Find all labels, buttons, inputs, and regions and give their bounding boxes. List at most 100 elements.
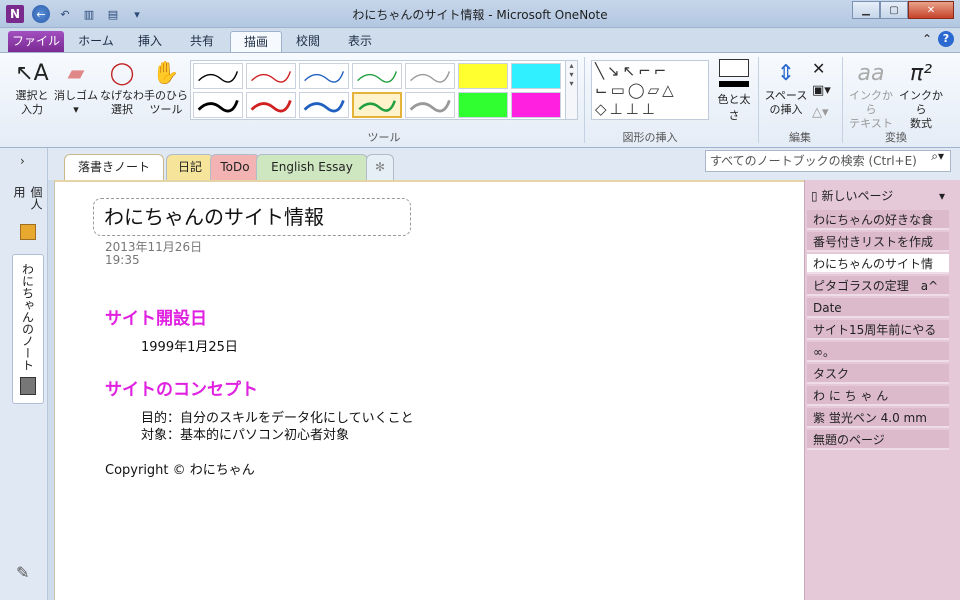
highlighter-green[interactable]: [458, 92, 508, 118]
pen-red-thin[interactable]: [246, 63, 296, 89]
arrow-shape-icon[interactable]: ↘: [607, 62, 620, 80]
page-list-item[interactable]: タスク: [807, 364, 949, 384]
section-tab-english-essay[interactable]: English Essay: [256, 154, 368, 180]
width-bar-icon: [719, 81, 749, 87]
tab-home[interactable]: ホーム: [70, 31, 122, 52]
pen-black-thick[interactable]: [193, 92, 243, 118]
ink-to-math-button[interactable]: π² インクから 数式: [896, 59, 946, 131]
pen-black-thin[interactable]: [193, 63, 243, 89]
page-list-item[interactable]: わ に ち ゃ ん: [807, 386, 949, 406]
axis2-icon[interactable]: ⌐: [654, 62, 667, 80]
notebook-pane: › 個人用 わにちゃんのノート ✎: [0, 148, 48, 600]
gallery-scroll[interactable]: ▴ ▾ ▾: [565, 61, 577, 119]
color-width-button[interactable]: 色と太さ: [714, 59, 754, 123]
page-title[interactable]: わにちゃんのサイト情報: [93, 198, 411, 236]
page-list-item[interactable]: サイト15周年前にやる: [807, 320, 949, 340]
new-page-button[interactable]: ▯ 新しいページ ▾: [805, 184, 960, 208]
eraser-dropdown-icon[interactable]: ▾: [54, 103, 98, 117]
tab-insert[interactable]: 挿入: [126, 31, 174, 52]
rect-icon[interactable]: ▭: [611, 81, 625, 99]
page-canvas[interactable]: わにちゃんのサイト情報 2013年11月26日 19:35 サイト開設日 199…: [54, 180, 804, 600]
concept-target[interactable]: 対象：基本的にパソコン初心者対象: [141, 424, 349, 443]
help-icon[interactable]: ?: [938, 31, 954, 47]
insert-space-label: スペース の挿入: [764, 89, 808, 116]
line-shape-icon[interactable]: ╲: [595, 62, 604, 80]
pan-tool-button[interactable]: ✋ 手のひら ツール: [144, 59, 188, 117]
double-arrow-icon[interactable]: ↖: [623, 62, 636, 80]
maximize-button[interactable]: ▢: [880, 1, 908, 19]
pen-gray-thick[interactable]: [405, 92, 455, 118]
copyright-line[interactable]: Copyright © わにちゃん: [105, 459, 255, 478]
highlighter-cyan[interactable]: [511, 63, 561, 89]
new-page-label: 新しいページ: [821, 189, 894, 203]
notebook-personal[interactable]: 個人用: [12, 178, 44, 248]
delete-icon[interactable]: ✕: [812, 59, 825, 78]
axes3-icon[interactable]: ⊥: [610, 100, 623, 118]
eraser-button[interactable]: ▰ 消しゴム ▾: [54, 59, 98, 117]
select-type-button[interactable]: ↖A 選択と 入力: [12, 59, 52, 117]
highlighter-yellow[interactable]: [458, 63, 508, 89]
close-button[interactable]: ✕: [908, 1, 954, 19]
insert-space-button[interactable]: ⇕ スペース の挿入: [762, 59, 810, 117]
ribbon-tab-row: ファイル ホーム 挿入 共有 描画 校閲 表示 ⌃ ?: [0, 28, 960, 52]
ribbon: ↖A 選択と 入力 ▰ 消しゴム ▾ ◯ なげなわ 選択 ✋ 手のひら ツール …: [0, 52, 960, 148]
search-icon[interactable]: ⌕▾: [931, 149, 944, 164]
new-section-icon[interactable]: ✻: [366, 154, 394, 180]
diamond-icon[interactable]: ◇: [595, 100, 607, 118]
axis-icon[interactable]: ⌐: [638, 62, 651, 80]
axes4-icon[interactable]: ⊥: [626, 100, 639, 118]
tab-draw[interactable]: 描画: [230, 31, 282, 52]
pen-blue-thick[interactable]: [299, 92, 349, 118]
site-open-date[interactable]: 1999年1月25日: [141, 336, 238, 355]
tab-review[interactable]: 校閲: [284, 31, 332, 52]
notebook-current-label: わにちゃんのノート: [20, 263, 35, 371]
page-list-item-active[interactable]: わにちゃんのサイト情: [807, 254, 949, 274]
hand-icon: ✋: [152, 61, 180, 86]
shapes-row: ╲ ↘ ↖ ⌐ ⌐: [592, 61, 708, 80]
minimize-ribbon-icon[interactable]: ⌃: [922, 32, 932, 46]
ink-to-text-button[interactable]: aa インクから テキスト: [846, 59, 896, 131]
parallelogram-icon[interactable]: ▱: [648, 81, 660, 99]
page-list-item[interactable]: ∞。: [807, 342, 949, 362]
select-type-label: 選択と 入力: [15, 89, 49, 116]
expand-notebook-icon[interactable]: ›: [20, 154, 25, 168]
heading-site-concept[interactable]: サイトのコンセプト: [105, 375, 258, 400]
pen-green-thin[interactable]: [352, 63, 402, 89]
minimize-button[interactable]: ▁: [852, 1, 880, 19]
new-page-dropdown-icon[interactable]: ▾: [939, 184, 945, 208]
page-list-item[interactable]: Date: [807, 298, 949, 318]
shapes-gallery[interactable]: ╲ ↘ ↖ ⌐ ⌐ ⌙ ▭ ◯ ▱ △ ◇ ⊥ ⊥ ⊥: [591, 60, 709, 120]
axes-icon[interactable]: ⌙: [595, 81, 608, 99]
search-input[interactable]: すべてのノートブックの検索 (Ctrl+E): [705, 150, 951, 172]
page-list-item[interactable]: ピタゴラスの定理 a^: [807, 276, 949, 296]
triangle-icon[interactable]: △: [662, 81, 674, 99]
section-tab-todo[interactable]: ToDo: [210, 154, 260, 180]
arrange-icon[interactable]: ▣▾: [812, 83, 831, 98]
section-tab-diary[interactable]: 日記: [166, 154, 214, 180]
eraser-label: 消しゴム: [54, 89, 98, 102]
page-list-item[interactable]: わにちゃんの好きな食: [807, 210, 949, 230]
section-tab-rakugaki[interactable]: 落書きノート: [64, 154, 164, 180]
unfiled-notes-icon[interactable]: ✎: [16, 563, 29, 582]
notebook-open-icon: [20, 377, 36, 395]
lasso-select-button[interactable]: ◯ なげなわ 選択: [100, 59, 144, 117]
notebook-icon: [20, 223, 36, 240]
notebook-current[interactable]: わにちゃんのノート: [12, 254, 44, 404]
highlighter-magenta[interactable]: [511, 92, 561, 118]
pen-gray-thin[interactable]: [405, 63, 455, 89]
pen-green-thick[interactable]: [352, 92, 402, 118]
separator: [584, 57, 585, 143]
page-list-item[interactable]: 番号付きリストを作成: [807, 232, 949, 252]
pen-red-thick[interactable]: [246, 92, 296, 118]
separator: [842, 57, 843, 143]
ellipse-icon[interactable]: ◯: [628, 81, 645, 99]
pen-blue-thin[interactable]: [299, 63, 349, 89]
rotate-icon[interactable]: △▾: [812, 105, 829, 120]
tab-share[interactable]: 共有: [178, 31, 226, 52]
tab-file[interactable]: ファイル: [8, 31, 64, 52]
tab-view[interactable]: 表示: [336, 31, 384, 52]
axes5-icon[interactable]: ⊥: [642, 100, 655, 118]
page-list-item[interactable]: 紫 蛍光ペン 4.0 mm: [807, 408, 949, 428]
page-list-item[interactable]: 無題のページ: [807, 430, 949, 450]
heading-site-open[interactable]: サイト開設日: [105, 304, 207, 329]
